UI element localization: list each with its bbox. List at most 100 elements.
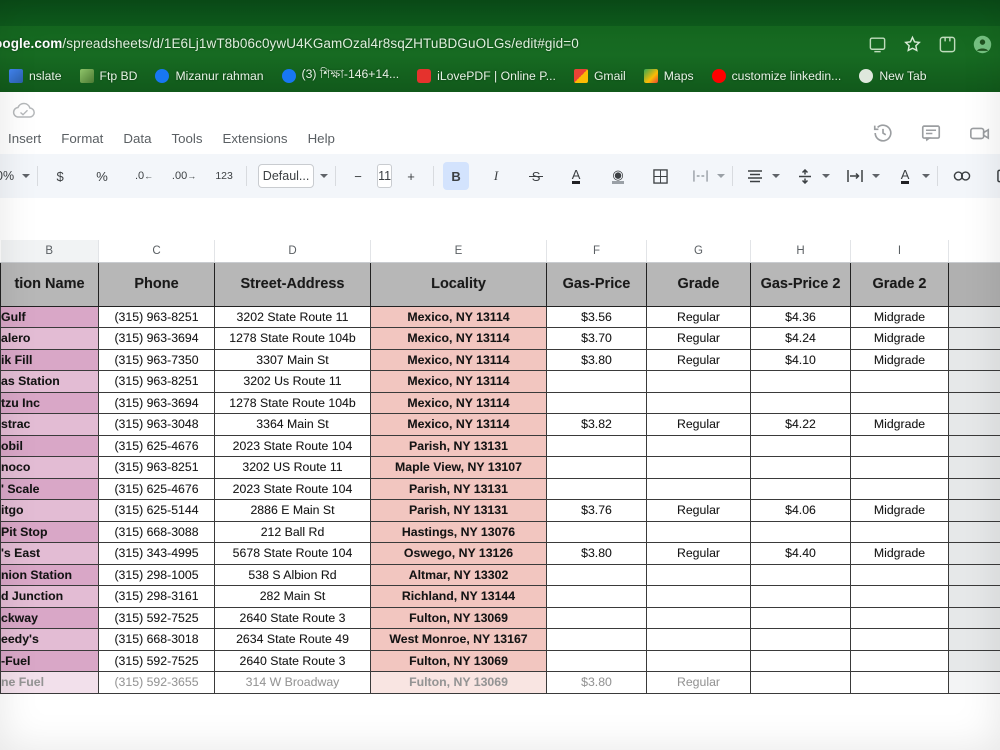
cell-locality[interactable]: Mexico, NY 13114: [371, 414, 547, 436]
cell-phone[interactable]: (315) 625-4676: [99, 435, 215, 457]
cell-grade-2[interactable]: [851, 607, 949, 629]
halign-chevron-down-icon[interactable]: [772, 174, 780, 178]
cell-gas-price-2[interactable]: [751, 435, 851, 457]
column-header-E[interactable]: E: [371, 240, 547, 262]
cell-grade-2[interactable]: Midgrade: [851, 306, 949, 328]
cell-street-address[interactable]: 1278 State Route 104b: [215, 328, 371, 350]
insert-comment-button[interactable]: [991, 162, 1000, 190]
cell-phone[interactable]: (315) 668-3088: [99, 521, 215, 543]
menu-format[interactable]: Format: [51, 128, 113, 149]
cell-grade[interactable]: Regular: [647, 672, 751, 694]
cell-grade-2[interactable]: [851, 586, 949, 608]
column-header-H[interactable]: H: [751, 240, 851, 262]
merge-chevron-down-icon[interactable]: [717, 174, 725, 178]
cell-grade[interactable]: [647, 521, 751, 543]
cell-gas-price[interactable]: [547, 371, 647, 393]
table-row[interactable]: noco(315) 963-82513202 US Route 11Maple …: [1, 457, 1000, 479]
cell-street-address[interactable]: 1278 State Route 104b: [215, 392, 371, 414]
cell-street-address[interactable]: 2640 State Route 3: [215, 650, 371, 672]
cell-phone[interactable]: (315) 298-3161: [99, 586, 215, 608]
cell-locality[interactable]: West Monroe, NY 13167: [371, 629, 547, 651]
cell-grade-2[interactable]: Midgrade: [851, 500, 949, 522]
cell-station-name[interactable]: nion Station: [1, 564, 99, 586]
cell-empty[interactable]: [949, 349, 1000, 371]
cell-empty[interactable]: [949, 650, 1000, 672]
cell-locality[interactable]: Maple View, NY 13107: [371, 457, 547, 479]
wrap-chevron-down-icon[interactable]: [872, 174, 880, 178]
bookmark-item[interactable]: iLovePDF | Online P...: [408, 64, 565, 88]
table-row[interactable]: Pit Stop(315) 668-3088212 Ball RdHasting…: [1, 521, 1000, 543]
cell-grade[interactable]: [647, 564, 751, 586]
insert-link-button[interactable]: [949, 162, 975, 190]
font-size-input[interactable]: 11: [377, 164, 392, 188]
cell-phone[interactable]: (315) 963-3694: [99, 392, 215, 414]
cell-gas-price-2[interactable]: $4.22: [751, 414, 851, 436]
cell-phone[interactable]: (315) 343-4995: [99, 543, 215, 565]
cell-gas-price-2[interactable]: [751, 564, 851, 586]
cell-station-name[interactable]: ' Scale: [1, 478, 99, 500]
cell-empty[interactable]: [949, 564, 1000, 586]
font-family-chevron-down-icon[interactable]: [320, 174, 328, 178]
cell-station-name[interactable]: Gulf: [1, 306, 99, 328]
cell-station-name[interactable]: Pit Stop: [1, 521, 99, 543]
cell-street-address[interactable]: 2634 State Route 49: [215, 629, 371, 651]
cell-station-name[interactable]: ik Fill: [1, 349, 99, 371]
cell-grade[interactable]: [647, 371, 751, 393]
cell-station-name[interactable]: ckway: [1, 607, 99, 629]
bookmark-item[interactable]: nslate: [0, 64, 71, 88]
cell-grade[interactable]: [647, 392, 751, 414]
cell-street-address[interactable]: 3364 Main St: [215, 414, 371, 436]
cell-empty[interactable]: [949, 672, 1000, 694]
cell-street-address[interactable]: 3202 State Route 11: [215, 306, 371, 328]
rotate-chevron-down-icon[interactable]: [922, 174, 930, 178]
cell-grade-2[interactable]: [851, 392, 949, 414]
cell-grade-2[interactable]: [851, 521, 949, 543]
cell-locality[interactable]: Altmar, NY 13302: [371, 564, 547, 586]
menu-tools[interactable]: Tools: [161, 128, 212, 149]
cell-gas-price[interactable]: [547, 586, 647, 608]
cell-gas-price-2[interactable]: [751, 586, 851, 608]
cell-empty[interactable]: [949, 371, 1000, 393]
cell-grade-2[interactable]: Midgrade: [851, 328, 949, 350]
italic-button[interactable]: I: [483, 162, 509, 190]
cell-empty[interactable]: [949, 607, 1000, 629]
spreadsheet-grid[interactable]: B C D E F G H I tion Name Phone Street-A…: [0, 240, 1000, 698]
install-icon[interactable]: [868, 35, 887, 54]
cell-station-name[interactable]: obil: [1, 435, 99, 457]
cell-locality[interactable]: Oswego, NY 13126: [371, 543, 547, 565]
cell-locality[interactable]: Mexico, NY 13114: [371, 328, 547, 350]
cell-empty[interactable]: [949, 392, 1000, 414]
bookmark-item[interactable]: Ftp BD: [71, 64, 147, 88]
cell-station-name[interactable]: strac: [1, 414, 99, 436]
cell-locality[interactable]: Mexico, NY 13114: [371, 306, 547, 328]
increase-font-size-button[interactable]: +: [398, 162, 424, 190]
table-row[interactable]: Gulf(315) 963-82513202 State Route 11Mex…: [1, 306, 1000, 328]
video-call-icon[interactable]: [968, 122, 992, 144]
cell-gas-price-2[interactable]: [751, 629, 851, 651]
profile-icon[interactable]: [973, 35, 992, 54]
font-family-selector[interactable]: Defaul...: [258, 164, 314, 188]
cell-grade-2[interactable]: [851, 672, 949, 694]
cell-gas-price[interactable]: [547, 478, 647, 500]
cell-gas-price[interactable]: [547, 521, 647, 543]
comment-icon[interactable]: [920, 122, 942, 144]
column-header-J[interactable]: [949, 240, 1000, 262]
cell-grade-2[interactable]: [851, 564, 949, 586]
bookmark-item[interactable]: Mizanur rahman: [146, 64, 272, 88]
column-header-I[interactable]: I: [851, 240, 949, 262]
cell-gas-price-2[interactable]: [751, 650, 851, 672]
table-row[interactable]: d Junction(315) 298-3161282 Main StRichl…: [1, 586, 1000, 608]
cell-gas-price-2[interactable]: [751, 371, 851, 393]
cell-phone[interactable]: (315) 963-3048: [99, 414, 215, 436]
cell-street-address[interactable]: 282 Main St: [215, 586, 371, 608]
cell-grade[interactable]: [647, 457, 751, 479]
cell-locality[interactable]: Hastings, NY 13076: [371, 521, 547, 543]
cell-gas-price[interactable]: [547, 564, 647, 586]
cell-station-name[interactable]: ne Fuel: [1, 672, 99, 694]
cell-street-address[interactable]: 3202 US Route 11: [215, 457, 371, 479]
cell-gas-price[interactable]: $3.80: [547, 543, 647, 565]
cell-gas-price-2[interactable]: [751, 392, 851, 414]
fill-color-button[interactable]: ◉: [605, 162, 631, 190]
cell-gas-price[interactable]: [547, 650, 647, 672]
cell-street-address[interactable]: 5678 State Route 104: [215, 543, 371, 565]
